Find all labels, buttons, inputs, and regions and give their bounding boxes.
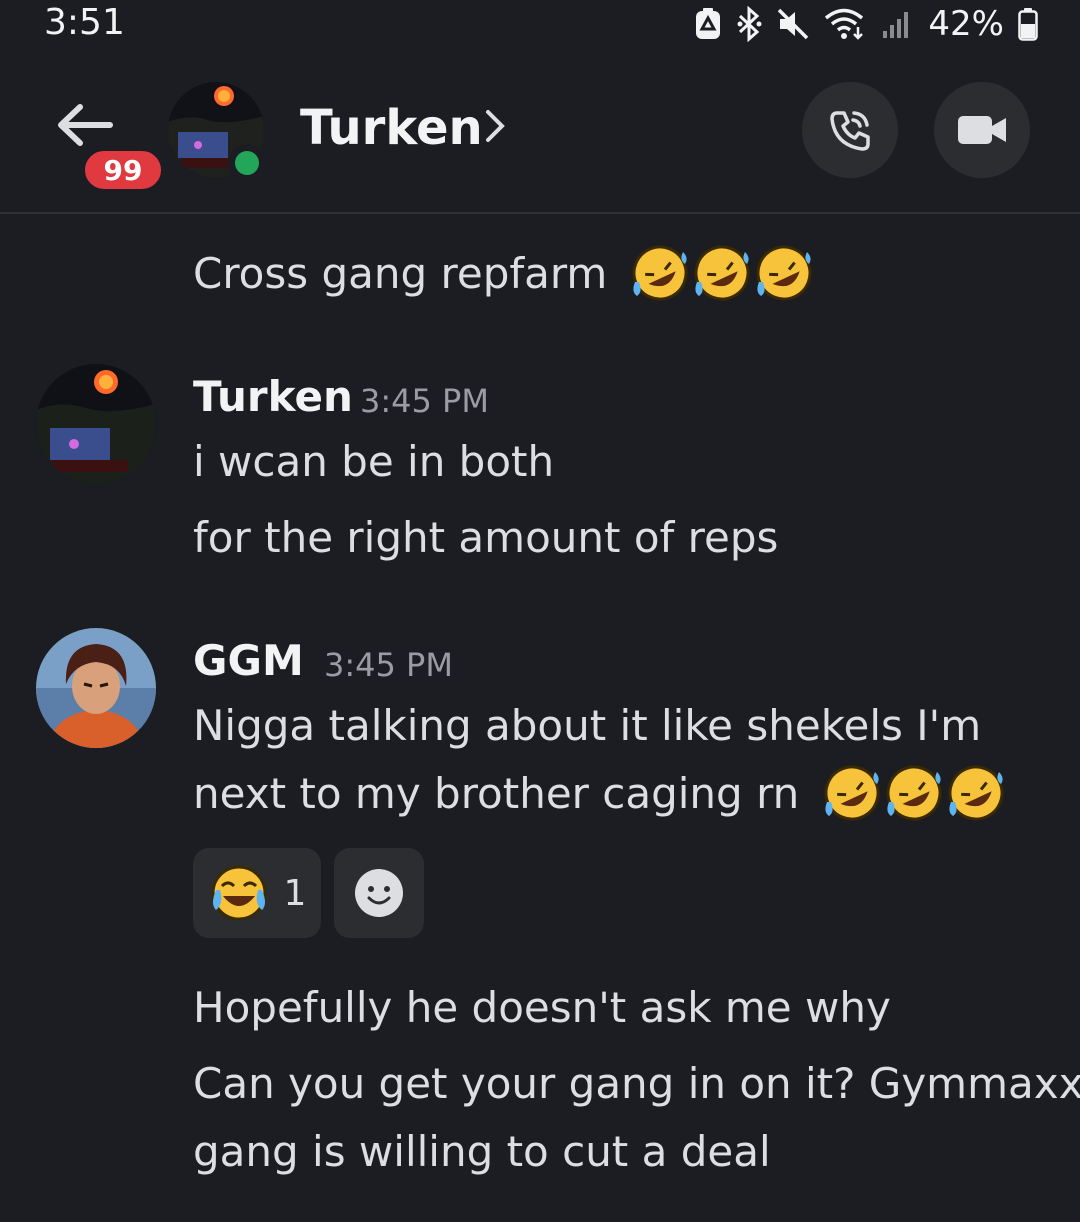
message-text: gang is willing to cut a deal: [193, 1127, 771, 1176]
message-line: Cross gang repfarm: [193, 249, 608, 298]
message-text: for the right amount of reps: [193, 513, 779, 562]
channel-header: 99 Turken: [0, 60, 1080, 214]
message-author[interactable]: Turken: [193, 372, 353, 421]
message-text: next to my brother caging rn: [193, 764, 1007, 828]
unread-badge: 99: [80, 146, 166, 194]
joy-emoji-icon: [211, 865, 267, 921]
message-text: Nigga talking about it like shekels I'm: [193, 701, 982, 750]
reaction-count: 1: [283, 872, 307, 914]
online-status-icon: [228, 144, 266, 182]
message-text: Hopefully he doesn't ask me why: [193, 983, 891, 1032]
voice-call-button[interactable]: [802, 82, 898, 178]
signal-icon: [883, 12, 909, 38]
status-icons: 42%: [694, 4, 1038, 44]
emoji-group: [821, 762, 1007, 824]
rofl-emoji-icon: [756, 245, 812, 300]
user-avatar[interactable]: [36, 628, 156, 748]
bluetooth-icon: [737, 6, 762, 42]
battery-saver-icon: [696, 8, 721, 39]
user-avatar[interactable]: [36, 364, 156, 484]
chevron-right-icon[interactable]: [484, 108, 506, 144]
rofl-emoji-icon: [632, 245, 688, 300]
reaction-chip[interactable]: 1: [193, 848, 321, 938]
rofl-emoji-icon: [886, 765, 942, 820]
message-timestamp: 3:45 PM: [360, 382, 489, 420]
message-timestamp: 3:45 PM: [324, 646, 453, 684]
emoji-group: [629, 242, 815, 304]
battery-icon: [1018, 8, 1038, 41]
message-text: Cross gang repfarm: [193, 244, 815, 308]
message-line: next to my brother caging rn: [193, 769, 800, 818]
video-call-button[interactable]: [934, 82, 1030, 178]
rofl-emoji-icon: [948, 765, 1004, 820]
message-text: i wcan be in both: [193, 437, 555, 486]
add-reaction-button[interactable]: [334, 848, 424, 938]
rofl-emoji-icon: [824, 765, 880, 820]
message-author[interactable]: GGM: [193, 636, 304, 685]
message-text: Can you get your gang in on it? Gymmaxx: [193, 1059, 1080, 1108]
phone-icon: [830, 111, 870, 151]
rofl-emoji-icon: [694, 245, 750, 300]
back-arrow-icon[interactable]: [52, 100, 116, 150]
status-bar: 3:51 42%: [0, 0, 1080, 50]
channel-title[interactable]: Turken: [300, 100, 483, 156]
video-camera-icon: [958, 116, 1006, 144]
status-time: 3:51: [44, 2, 125, 43]
wifi-icon: [825, 8, 864, 40]
battery-percent: 42%: [928, 4, 1004, 44]
mute-icon: [778, 8, 809, 40]
add-reaction-icon: [355, 869, 403, 917]
